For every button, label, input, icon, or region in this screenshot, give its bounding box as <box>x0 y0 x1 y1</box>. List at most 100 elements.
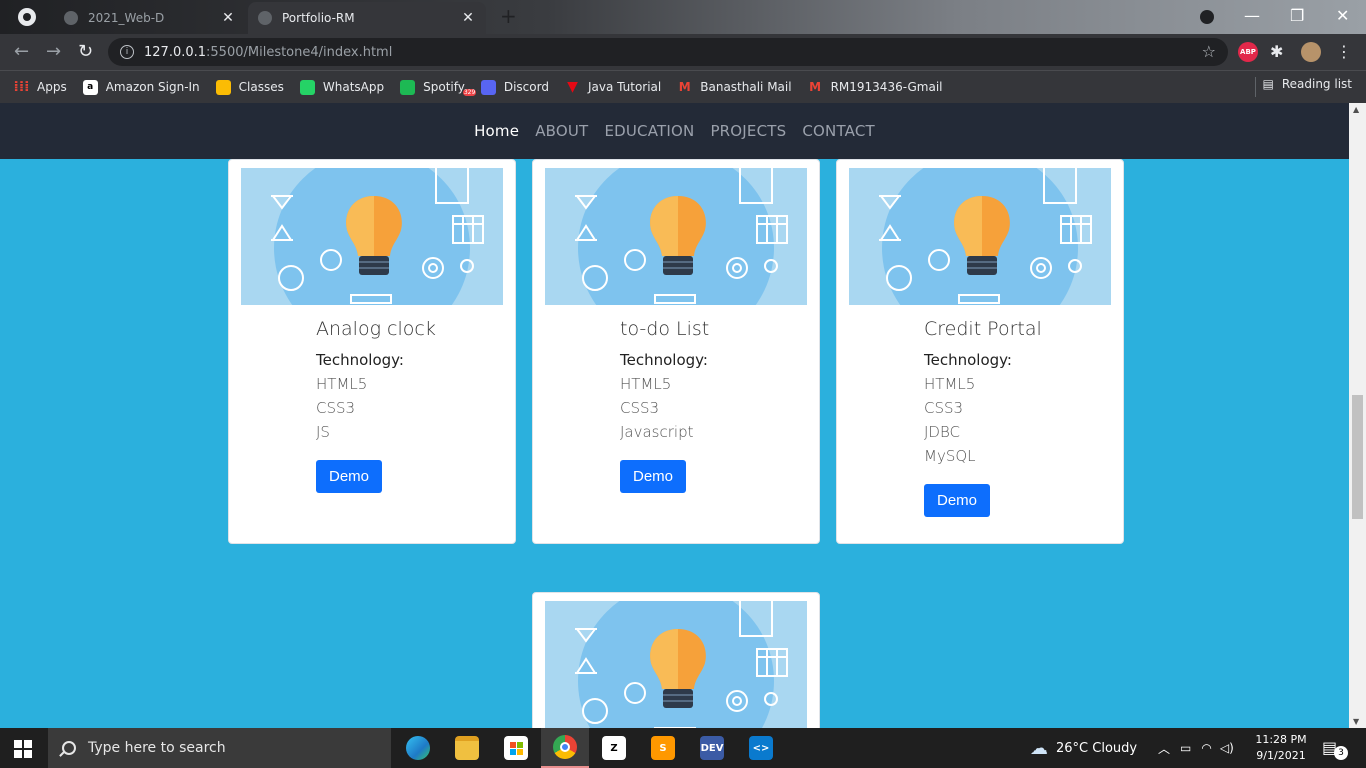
spotify-icon <box>400 79 416 95</box>
volume-icon[interactable]: ◁) <box>1220 741 1234 755</box>
bookmark-discord[interactable]: 329 Discord <box>462 79 549 96</box>
technology-item: HTML5 <box>924 375 976 393</box>
nav-home[interactable]: Home <box>474 122 519 140</box>
tab-title: 2021_Web-D <box>88 11 165 25</box>
projects-section: Analog clock Technology: HTML5 CSS3 JS Demo to… <box>0 159 1349 728</box>
taskbar-search[interactable]: Type here to search <box>48 728 391 768</box>
technology-item: JS <box>316 423 330 441</box>
tab-active[interactable]: Portfolio-RM ✕ <box>248 2 486 34</box>
notification-center-icon[interactable]: ▤ 3 <box>1322 738 1348 760</box>
project-lightbulb-image <box>545 168 807 305</box>
tab-close-icon[interactable]: ✕ <box>460 10 476 26</box>
demo-button[interactable]: Demo <box>924 484 991 517</box>
tab-search-icon[interactable] <box>1200 10 1214 24</box>
extensions-icon[interactable]: ✱ <box>1270 42 1290 62</box>
github-icon[interactable] <box>18 8 36 26</box>
url-host: 127.0.0.1 <box>144 44 207 60</box>
demo-button[interactable]: Demo <box>620 460 687 493</box>
taskbar-store[interactable] <box>492 728 540 768</box>
gmail-icon: M <box>809 80 822 94</box>
taskbar-vscode[interactable]: <> <box>737 728 785 768</box>
profile-avatar[interactable] <box>1301 42 1321 62</box>
card-body: to-do List Technology: HTML5 CSS3 Javascript… <box>620 318 810 493</box>
apps-grid-icon: ⁞⁞⁞ <box>13 79 30 95</box>
tab-close-icon[interactable]: ✕ <box>220 10 236 26</box>
zap-icon: Z <box>602 736 626 760</box>
notification-badge: 3 <box>1334 746 1348 760</box>
card-body: Analog clock Technology: HTML5 CSS3 JS Demo <box>316 318 506 493</box>
wifi-icon[interactable]: ◠ <box>1201 741 1211 755</box>
scroll-up-icon[interactable]: ▲ <box>1353 105 1359 114</box>
forward-icon[interactable]: → <box>46 42 61 62</box>
project-card <box>532 592 820 728</box>
scroll-down-icon[interactable]: ▼ <box>1353 717 1359 726</box>
bookmark-apps[interactable]: ⁞⁞⁞ Apps <box>13 79 67 95</box>
site-navbar: Home ABOUT EDUCATION PROJECTS CONTACT <box>0 103 1349 159</box>
bookmark-label: Amazon Sign-In <box>105 80 200 94</box>
bookmark-classes[interactable]: Classes <box>215 79 284 95</box>
windows-start-icon[interactable] <box>14 740 32 758</box>
battery-icon[interactable]: ▭ <box>1180 741 1191 755</box>
new-tab-icon[interactable]: + <box>500 6 517 26</box>
bookmark-amazon-sign-in[interactable]: a Amazon Sign-In <box>82 79 200 95</box>
address-bar[interactable]: i 127.0.0.1 :5500/Milestone4/index.html … <box>108 38 1228 66</box>
store-icon <box>504 736 528 760</box>
nav-education[interactable]: EDUCATION <box>604 122 694 140</box>
demo-button[interactable]: Demo <box>316 460 383 493</box>
taskbar-devcpp[interactable]: DEV <box>688 728 736 768</box>
page-scrollbar[interactable]: ▲ ▼ <box>1349 103 1366 728</box>
chrome-icon <box>553 735 577 759</box>
reload-icon[interactable]: ↻ <box>78 42 93 62</box>
minimize-icon[interactable]: — <box>1244 6 1260 25</box>
close-window-icon[interactable]: ✕ <box>1336 6 1349 25</box>
bookmark-star-icon[interactable]: ☆ <box>1202 42 1216 61</box>
nav-projects[interactable]: PROJECTS <box>710 122 786 140</box>
discord-badge: 329 <box>462 88 477 96</box>
site-info-icon[interactable]: i <box>120 45 134 59</box>
technology-item: HTML5 <box>316 375 368 393</box>
bookmark-label: Banasthali Mail <box>700 80 792 94</box>
bookmark-java-tutorial[interactable]: ▼ Java Tutorial <box>565 79 661 95</box>
bookmark-label: RM1913436-Gmail <box>830 80 943 94</box>
amazon-icon: a <box>82 79 98 95</box>
url-path: :5500/Milestone4/index.html <box>206 44 393 60</box>
technology-label: Technology: <box>316 351 404 369</box>
java-icon: ▼ <box>567 79 578 95</box>
taskbar-sublime[interactable]: S <box>639 728 687 768</box>
bookmark-label: Spotify <box>423 80 465 94</box>
taskbar-zap[interactable]: Z <box>590 728 638 768</box>
technology-item: Javascript <box>620 423 694 441</box>
technology-label: Technology: <box>924 351 1012 369</box>
tab-inactive[interactable]: 2021_Web-D ✕ <box>54 2 246 34</box>
cloud-icon: ☁ <box>1030 737 1048 759</box>
bookmark-banasthali-mail[interactable]: M Banasthali Mail <box>677 80 792 95</box>
bookmark-whatsapp[interactable]: WhatsApp <box>299 79 385 95</box>
adblock-icon[interactable]: ABP <box>1238 42 1258 62</box>
bookmark-rm1913436-gmail[interactable]: M RM1913436-Gmail <box>808 80 943 95</box>
project-card: Analog clock Technology: HTML5 CSS3 JS Demo <box>228 159 516 544</box>
bookmark-spotify[interactable]: Spotify <box>400 79 465 95</box>
bookmark-label: WhatsApp <box>322 80 385 94</box>
back-icon[interactable]: ← <box>14 42 29 62</box>
taskbar-file-explorer[interactable] <box>443 728 491 768</box>
technology-item: CSS3 <box>924 399 964 417</box>
tab-favicon-icon <box>64 11 78 25</box>
project-lightbulb-image <box>849 168 1111 305</box>
reading-list-button[interactable]: ▤ Reading list <box>1263 77 1353 91</box>
project-title: to-do List <box>620 318 710 340</box>
scroll-thumb[interactable] <box>1352 395 1363 519</box>
browser-menu-icon[interactable]: ⋮ <box>1336 42 1356 62</box>
nav-contact[interactable]: CONTACT <box>802 122 875 140</box>
clock[interactable]: 11:28 PM 9/1/2021 <box>1250 732 1312 764</box>
weather-widget[interactable]: ☁ 26°C Cloudy <box>1030 728 1137 768</box>
project-title: Credit Portal <box>924 318 1042 340</box>
system-tray[interactable]: ︿ ▭ ◠ ◁) <box>1158 728 1234 768</box>
chevron-up-icon[interactable]: ︿ <box>1158 740 1170 757</box>
taskbar-chrome[interactable] <box>541 728 589 768</box>
maximize-icon[interactable]: ❐ <box>1290 6 1304 25</box>
gmail-icon: M <box>678 80 691 94</box>
nav-about[interactable]: ABOUT <box>535 122 588 140</box>
time: 11:28 PM <box>1255 733 1307 746</box>
taskbar-edge[interactable] <box>394 728 442 768</box>
technology-item: HTML5 <box>620 375 672 393</box>
